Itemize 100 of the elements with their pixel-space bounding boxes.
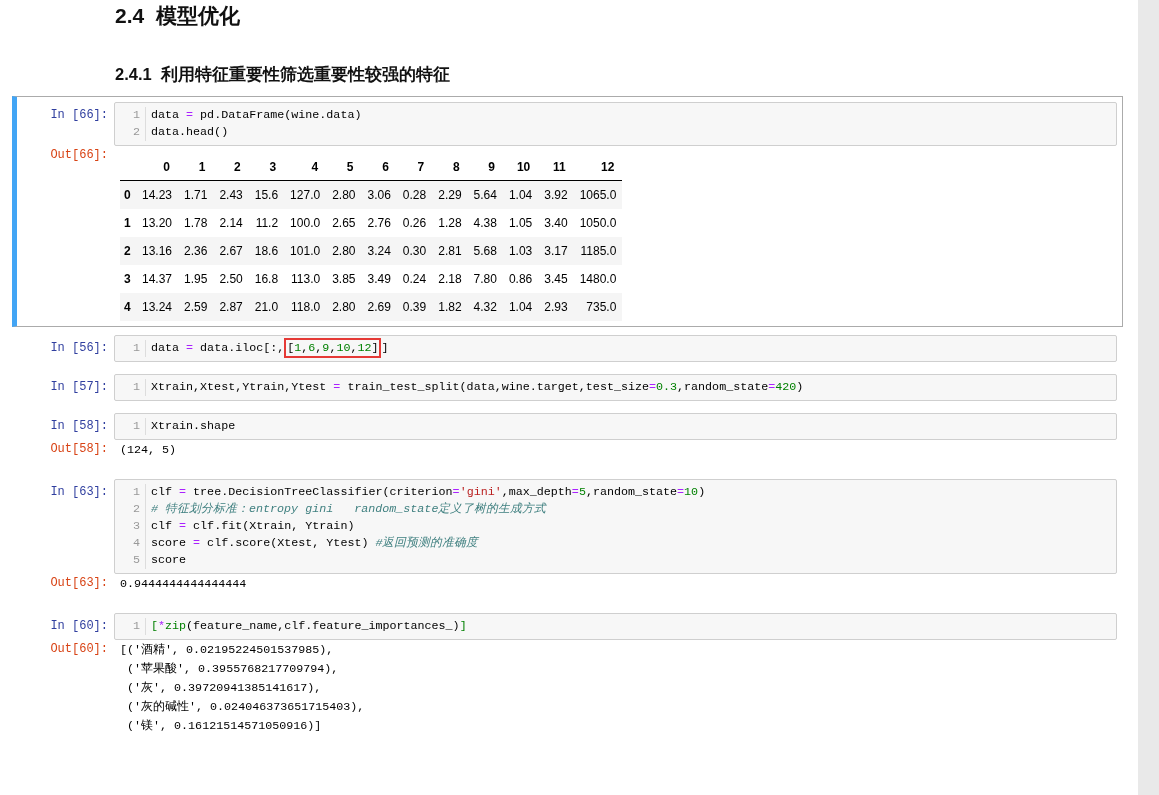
column-header: 10 [502, 154, 539, 181]
table-cell: 2.67 [213, 237, 249, 265]
table-cell: 2.93 [538, 293, 574, 321]
line-number: 1 [132, 340, 141, 357]
code-line: data.head() [151, 124, 230, 141]
table-cell: 2.14 [213, 209, 249, 237]
code-line: [*zip(feature_name,clf.feature_importances_)] [151, 618, 467, 635]
output-text: ('镁', 0.16121514571050916)] [126, 718, 323, 735]
table-cell: 14.23 [136, 180, 179, 209]
table-cell: 118.0 [284, 293, 327, 321]
column-header: 1 [178, 154, 214, 181]
line-number: 4 [132, 535, 141, 552]
table-cell: 3.40 [538, 209, 574, 237]
table-cell: 3.85 [326, 265, 362, 293]
column-header: 2 [213, 154, 249, 181]
section-heading: 2.4.1 利用特征重要性筛选重要性较强的特征 [114, 64, 451, 85]
table-cell: 7.80 [467, 265, 503, 293]
table-cell: 1.04 [502, 293, 539, 321]
notebook-cell[interactable] [12, 96, 1123, 327]
column-header: 0 [136, 154, 179, 181]
code-line: clf = clf.fit(Xtrain, Ytrain) [151, 518, 356, 535]
table-cell: 5.68 [467, 237, 503, 265]
table-cell: 3.17 [538, 237, 574, 265]
notebook-cell[interactable]: In [58]: 1 Xtrain.shape Out[58]: (124, 5) [12, 407, 1123, 471]
code-editor[interactable]: 1 Xtrain.shape [114, 413, 1117, 440]
code-line: data = data.iloc[:, [1,6,9,10,12] ] [151, 340, 389, 357]
row-index: 1 [120, 209, 136, 237]
table-cell: 13.24 [136, 293, 179, 321]
table-cell: 2.29 [432, 180, 468, 209]
table-cell: 15.6 [248, 180, 285, 209]
table-cell: 1480.0 [573, 265, 623, 293]
notebook-cell[interactable]: In [56]: 1 data = data.iloc[:, [1,6,9,10,12] ] [12, 329, 1123, 366]
column-header: 12 [573, 154, 623, 181]
table-cell: 2.76 [361, 209, 397, 237]
output-text: 0.9444444444444444 [119, 576, 248, 593]
column-header: 9 [467, 154, 503, 181]
table-cell: 1.95 [178, 265, 214, 293]
line-number: 2 [132, 124, 141, 141]
table-cell: 4.32 [467, 293, 503, 321]
table-cell: 1050.0 [573, 209, 623, 237]
column-header: 3 [248, 154, 285, 181]
table-cell: 13.16 [136, 237, 179, 265]
table-cell: 0.30 [396, 237, 433, 265]
table-cell: 3.45 [538, 265, 574, 293]
table-cell: 1.78 [178, 209, 214, 237]
table-cell: 127.0 [284, 180, 327, 209]
highlight-box: [1,6,9,10,12] [284, 338, 382, 358]
table-cell: 2.65 [326, 209, 362, 237]
code-editor[interactable]: 1 Xtrain,Xtest,Ytrain,Ytest = train_test_split(data,wine.target,test_size=0.3,random_state=420) [114, 374, 1117, 401]
output-prompt: Out[58]: [49, 441, 109, 456]
table-cell: 4.38 [467, 209, 503, 237]
line-number: 1 [132, 107, 141, 124]
table-cell: 0.39 [396, 293, 433, 321]
table-cell: 2.69 [361, 293, 397, 321]
table-cell: 14.37 [136, 265, 179, 293]
output-text: ('苹果酸', 0.3955768217709794), [126, 661, 340, 678]
table-cell: 2.59 [178, 293, 214, 321]
output-text: ('灰', 0.39720941385141617), [126, 680, 323, 697]
input-prompt: In [63]: [49, 484, 109, 499]
table-cell: 3.49 [361, 265, 397, 293]
code-editor[interactable]: 1 data = data.iloc[:, [1,6,9,10,12] ] [114, 335, 1117, 362]
line-number: 2 [132, 501, 141, 518]
table-cell: 1.04 [502, 180, 539, 209]
input-prompt: In [56]: [49, 340, 109, 355]
line-number: 1 [132, 379, 141, 396]
code-editor[interactable] [114, 479, 1117, 574]
table-cell: 735.0 [573, 293, 623, 321]
input-prompt: In [60]: [49, 618, 109, 633]
table-cell: 2.80 [326, 293, 362, 321]
table-cell: 0.28 [396, 180, 433, 209]
column-header: 11 [538, 154, 574, 181]
output-text: (124, 5) [119, 442, 178, 459]
table-cell: 3.24 [361, 237, 397, 265]
code-line: # 特征划分标准：entropy gini random_state定义了树的生成方式 [151, 501, 548, 518]
table-cell: 3.92 [538, 180, 574, 209]
output-text: ('灰的碱性', 0.024046373651715403), [126, 699, 366, 716]
row-index: 2 [120, 237, 136, 265]
notebook-cell[interactable]: In [57]: 1 Xtrain,Xtest,Ytrain,Ytest = train_test_split(data,wine.target,test_size=0.3,random_state=420) [12, 368, 1123, 405]
code-editor[interactable]: 1 2 data = pd.DataFrame(wine.data) data.head() [114, 102, 1117, 146]
table-cell: 2.80 [326, 237, 362, 265]
table-cell: 13.20 [136, 209, 179, 237]
table-cell: 11.2 [248, 209, 285, 237]
output-text: [('酒精', 0.02195224501537985), [119, 642, 335, 659]
table-cell: 2.81 [432, 237, 468, 265]
row-index: 3 [120, 265, 136, 293]
table-cell: 1.05 [502, 209, 539, 237]
code-editor[interactable]: 1 [*zip(feature_name,clf.feature_importances_)] [114, 613, 1117, 640]
input-prompt: In [66]: [49, 107, 109, 122]
column-header: 7 [396, 154, 433, 181]
code-line: score = clf.score(Xtest, Ytest) #返回预测的准确度 [151, 535, 480, 552]
column-header: 6 [361, 154, 397, 181]
table-cell: 2.80 [326, 180, 362, 209]
column-header: 5 [326, 154, 362, 181]
column-header: 4 [284, 154, 327, 181]
table-cell: 1.28 [432, 209, 468, 237]
output-prompt: Out[60]: [49, 641, 109, 656]
table-cell: 113.0 [284, 265, 327, 293]
table-cell: 100.0 [284, 209, 327, 237]
table-cell: 3.06 [361, 180, 397, 209]
table-cell: 2.36 [178, 237, 214, 265]
